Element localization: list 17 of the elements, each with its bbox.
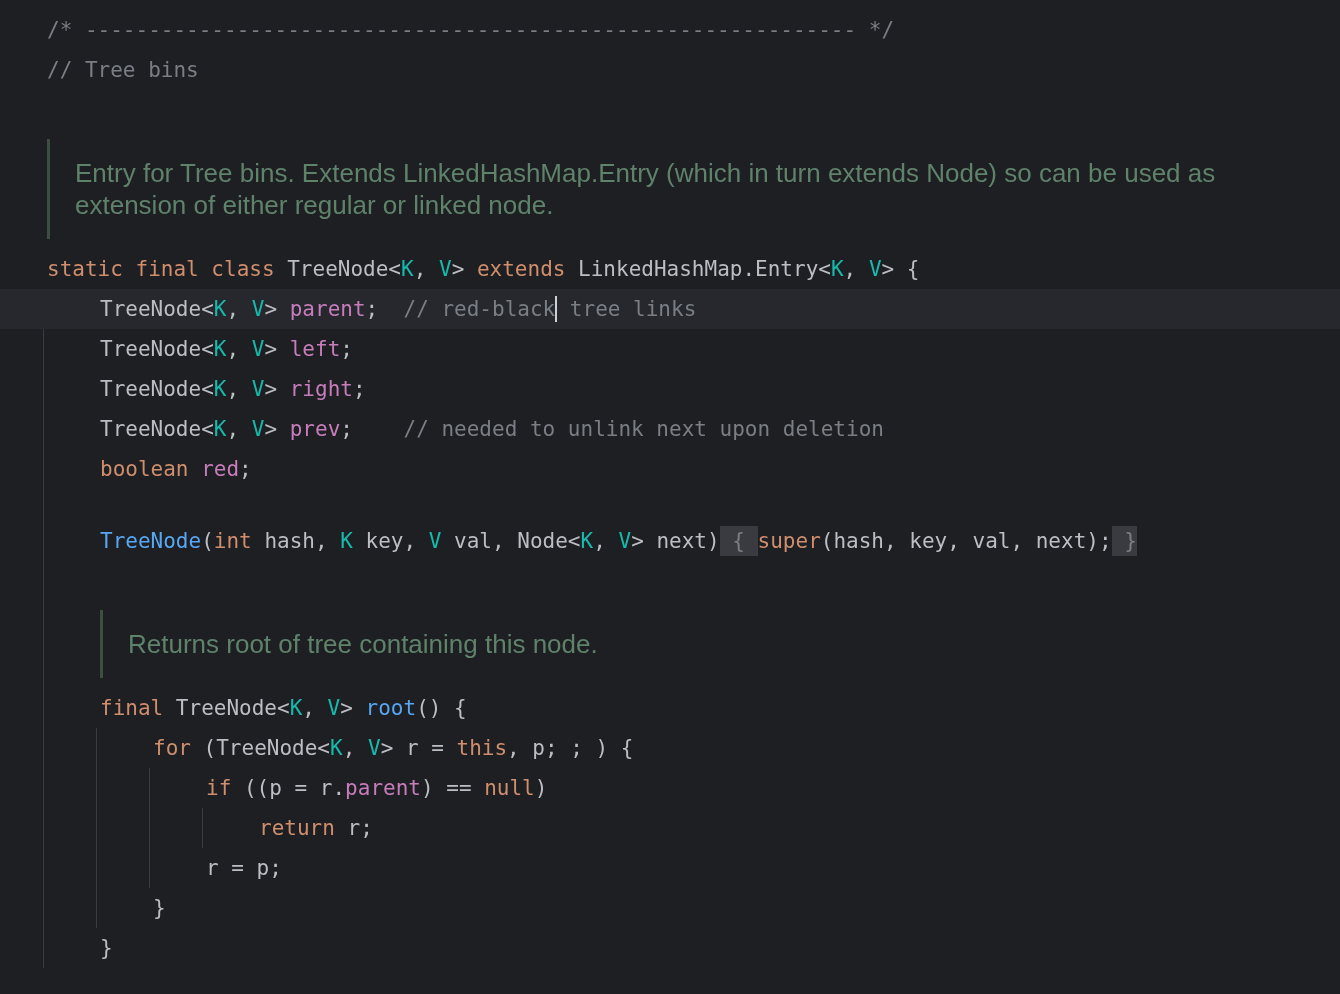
code-line: if ((p = r.parent) == null) [206, 775, 549, 802]
code-line: TreeNode<K, V> right; [100, 376, 367, 403]
code-line: boolean red; [100, 456, 253, 483]
doc-comment: Entry for Tree bins. Extends LinkedHashMap.Entry (which in turn extends Node) so can be used as extension of either regular or linked node. [75, 157, 1217, 221]
doc-comment: Returns root of tree containing this node. [128, 628, 599, 660]
code-line: } [100, 935, 114, 962]
code-line: TreeNode<K, V> left; [100, 336, 354, 363]
code-line: /* ------------------------------------------------------------- */ [47, 17, 896, 44]
code-line: r = p; [206, 855, 283, 882]
code-line: for (TreeNode<K, V> r = this, p; ; ) { [153, 735, 635, 762]
code-line: // Tree bins [47, 57, 200, 84]
code-line: } [153, 895, 167, 922]
code-line: return r; [259, 815, 374, 842]
code-line: TreeNode(int hash, K key, V val, Node<K, V> next) { super(hash, key, val, next); } [100, 521, 1340, 561]
code-line: static final class TreeNode<K, V> extends LinkedHashMap.Entry<K, V> { [47, 256, 921, 283]
code-line: TreeNode<K, V> prev; // needed to unlink next upon deletion [100, 416, 885, 443]
code-line: final TreeNode<K, V> root() { [100, 695, 468, 722]
